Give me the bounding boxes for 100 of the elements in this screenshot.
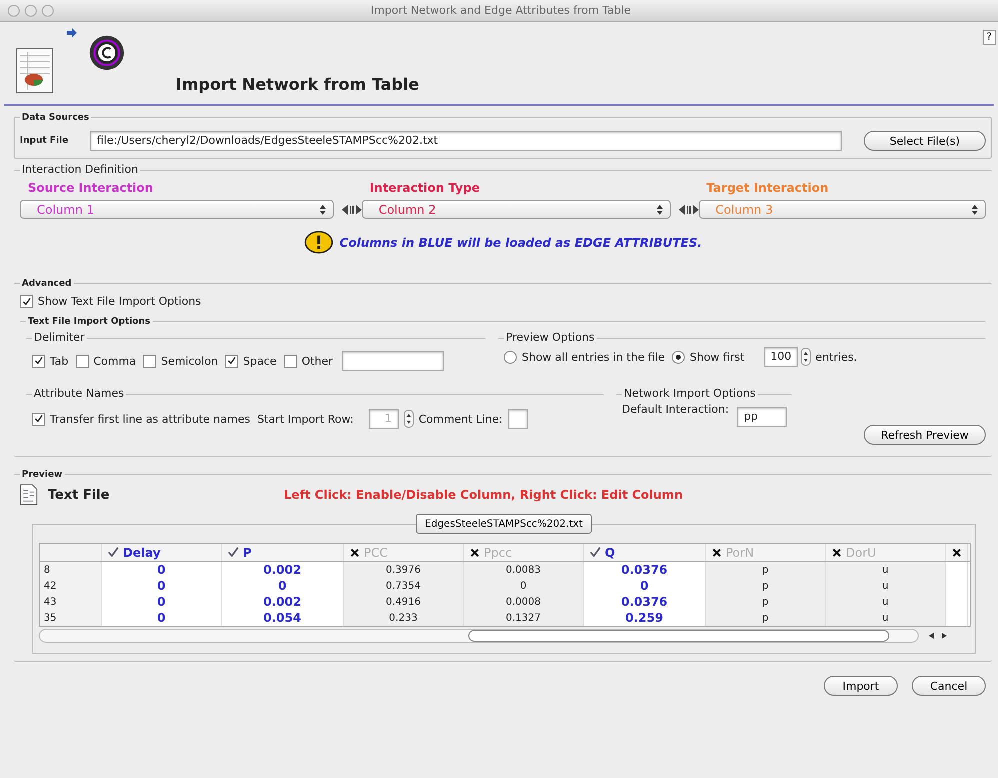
minimize-button[interactable] bbox=[25, 4, 37, 16]
section-label: Advanced bbox=[22, 279, 72, 289]
table-cell: u bbox=[826, 610, 946, 626]
row-number: 8 bbox=[40, 562, 102, 578]
table-cell: 0.0083 bbox=[464, 562, 584, 578]
label: Comment Line: bbox=[418, 412, 503, 426]
dialog-title: Import Network from Table bbox=[176, 75, 420, 94]
warning-icon bbox=[304, 231, 334, 254]
table-cell: 0.0008 bbox=[464, 594, 584, 610]
checkmark-icon bbox=[108, 547, 119, 558]
checkmark-icon bbox=[228, 547, 239, 558]
horizontal-scrollbar[interactable] bbox=[39, 629, 919, 643]
swap-arrows-icon bbox=[678, 204, 699, 216]
file-tab[interactable]: EdgesSteeleSTAMPScc%202.txt bbox=[416, 514, 592, 534]
section-label: Preview bbox=[22, 470, 63, 480]
checkbox-label: Other bbox=[302, 354, 334, 368]
checkbox-label: Comma bbox=[94, 354, 136, 368]
label: Start Import Row: bbox=[257, 412, 354, 426]
table-cell: 0.4916 bbox=[344, 594, 464, 610]
help-button[interactable]: ? bbox=[982, 30, 996, 45]
stepper-icon[interactable] bbox=[404, 410, 414, 428]
checkbox[interactable] bbox=[32, 412, 45, 426]
section-label: Data Sources bbox=[22, 113, 90, 123]
checkbox-label: Show Text File Import Options bbox=[38, 295, 202, 308]
stepper-icon[interactable] bbox=[800, 348, 811, 366]
interaction-label: Source Interaction bbox=[27, 181, 154, 195]
table-cell: 0.233 bbox=[344, 610, 464, 626]
radio-button[interactable] bbox=[672, 350, 685, 364]
column-header[interactable]: Q bbox=[584, 544, 706, 561]
label: entries. bbox=[816, 350, 858, 364]
section-label: Attribute Names bbox=[34, 387, 124, 400]
close-button[interactable] bbox=[8, 4, 20, 16]
table-cell: u bbox=[826, 594, 946, 610]
table-cell: 0.7354 bbox=[344, 578, 464, 594]
cross-icon bbox=[832, 548, 842, 558]
table-cell: 0 bbox=[464, 578, 584, 594]
interaction-label: Target Interaction bbox=[706, 181, 830, 195]
select-files-button[interactable]: Select File(s) bbox=[864, 131, 986, 151]
table-cell: 0.1327 bbox=[464, 610, 584, 626]
cross-icon bbox=[350, 548, 360, 558]
section-label: Interaction Definition bbox=[22, 163, 138, 176]
arrow-icon bbox=[66, 28, 78, 38]
preview-title: Text File bbox=[48, 488, 111, 502]
column-header[interactable]: P bbox=[222, 544, 344, 561]
checkbox-label: Semicolon bbox=[161, 354, 218, 368]
dialog-button[interactable]: Import bbox=[824, 676, 898, 696]
table-cell: 0.3976 bbox=[344, 562, 464, 578]
cross-icon bbox=[470, 548, 480, 558]
cross-icon bbox=[952, 548, 962, 558]
window-title: Import Network and Edge Attributes from Table bbox=[370, 4, 632, 17]
table-cell: u bbox=[826, 578, 946, 594]
dialog-button[interactable]: Cancel bbox=[912, 676, 986, 696]
comment-line-field[interactable] bbox=[508, 409, 528, 429]
checkbox-label: Tab bbox=[50, 354, 69, 368]
document-icon bbox=[20, 484, 38, 506]
field-label: Input File bbox=[20, 136, 70, 146]
column-dropdown[interactable]: Column 2 bbox=[362, 200, 671, 219]
updown-caret-icon bbox=[318, 204, 327, 216]
other-delimiter-field[interactable] bbox=[342, 351, 444, 371]
checkbox[interactable] bbox=[225, 354, 238, 368]
entry-count-field[interactable]: 100 bbox=[764, 347, 798, 367]
spreadsheet-icon bbox=[16, 48, 56, 96]
interaction-label: Interaction Type bbox=[368, 181, 481, 195]
updown-caret-icon bbox=[656, 204, 664, 216]
info-message: Columns in BLUE will be loaded as EDGE ATTRIBUTES. bbox=[340, 236, 702, 250]
table-cell: u bbox=[826, 562, 946, 578]
checkmark-icon bbox=[590, 547, 601, 558]
checkbox[interactable] bbox=[20, 295, 33, 308]
updown-caret-icon bbox=[971, 204, 979, 216]
table-cell: p bbox=[706, 578, 826, 594]
checkbox-label: Space bbox=[243, 354, 277, 368]
checkbox[interactable] bbox=[143, 354, 156, 368]
row-number: 35 bbox=[40, 610, 102, 626]
radio-button[interactable] bbox=[504, 350, 517, 364]
disc-icon bbox=[88, 34, 126, 72]
cross-icon bbox=[712, 548, 722, 558]
input-file-field[interactable]: file:/Users/cheryl2/Downloads/EdgesSteeleSTAMPScc%202.txt bbox=[90, 131, 842, 151]
section-label: Text File Import Options bbox=[28, 317, 150, 327]
row-number: 42 bbox=[40, 578, 102, 594]
radio-label: Show all entries in the file bbox=[522, 350, 665, 364]
checkbox[interactable] bbox=[32, 354, 45, 368]
section-label: Network Import Options bbox=[624, 387, 756, 400]
column-dropdown[interactable]: Column 1 bbox=[20, 200, 334, 219]
table-cell: p bbox=[706, 594, 826, 610]
checkbox[interactable] bbox=[76, 354, 89, 368]
default-interaction-field[interactable]: pp bbox=[737, 407, 788, 427]
hint-text: Left Click: Enable/Disable Column, Right Click: Edit Column bbox=[284, 488, 683, 502]
radio-label: Show first bbox=[690, 350, 745, 364]
table-cell: p bbox=[706, 562, 826, 578]
checkbox-label: Transfer first line as attribute names bbox=[50, 412, 250, 426]
zoom-button[interactable] bbox=[42, 4, 54, 16]
table-cell: p bbox=[706, 610, 826, 626]
row-number: 43 bbox=[40, 594, 102, 610]
label: Default Interaction: bbox=[622, 403, 730, 416]
swap-arrows-icon bbox=[342, 204, 362, 216]
refresh-preview-button[interactable]: Refresh Preview bbox=[864, 425, 986, 445]
section-label: Delimiter bbox=[34, 331, 85, 344]
section-label: Preview Options bbox=[506, 331, 595, 344]
checkbox[interactable] bbox=[284, 354, 297, 368]
column-header[interactable]: Delay bbox=[102, 544, 222, 561]
